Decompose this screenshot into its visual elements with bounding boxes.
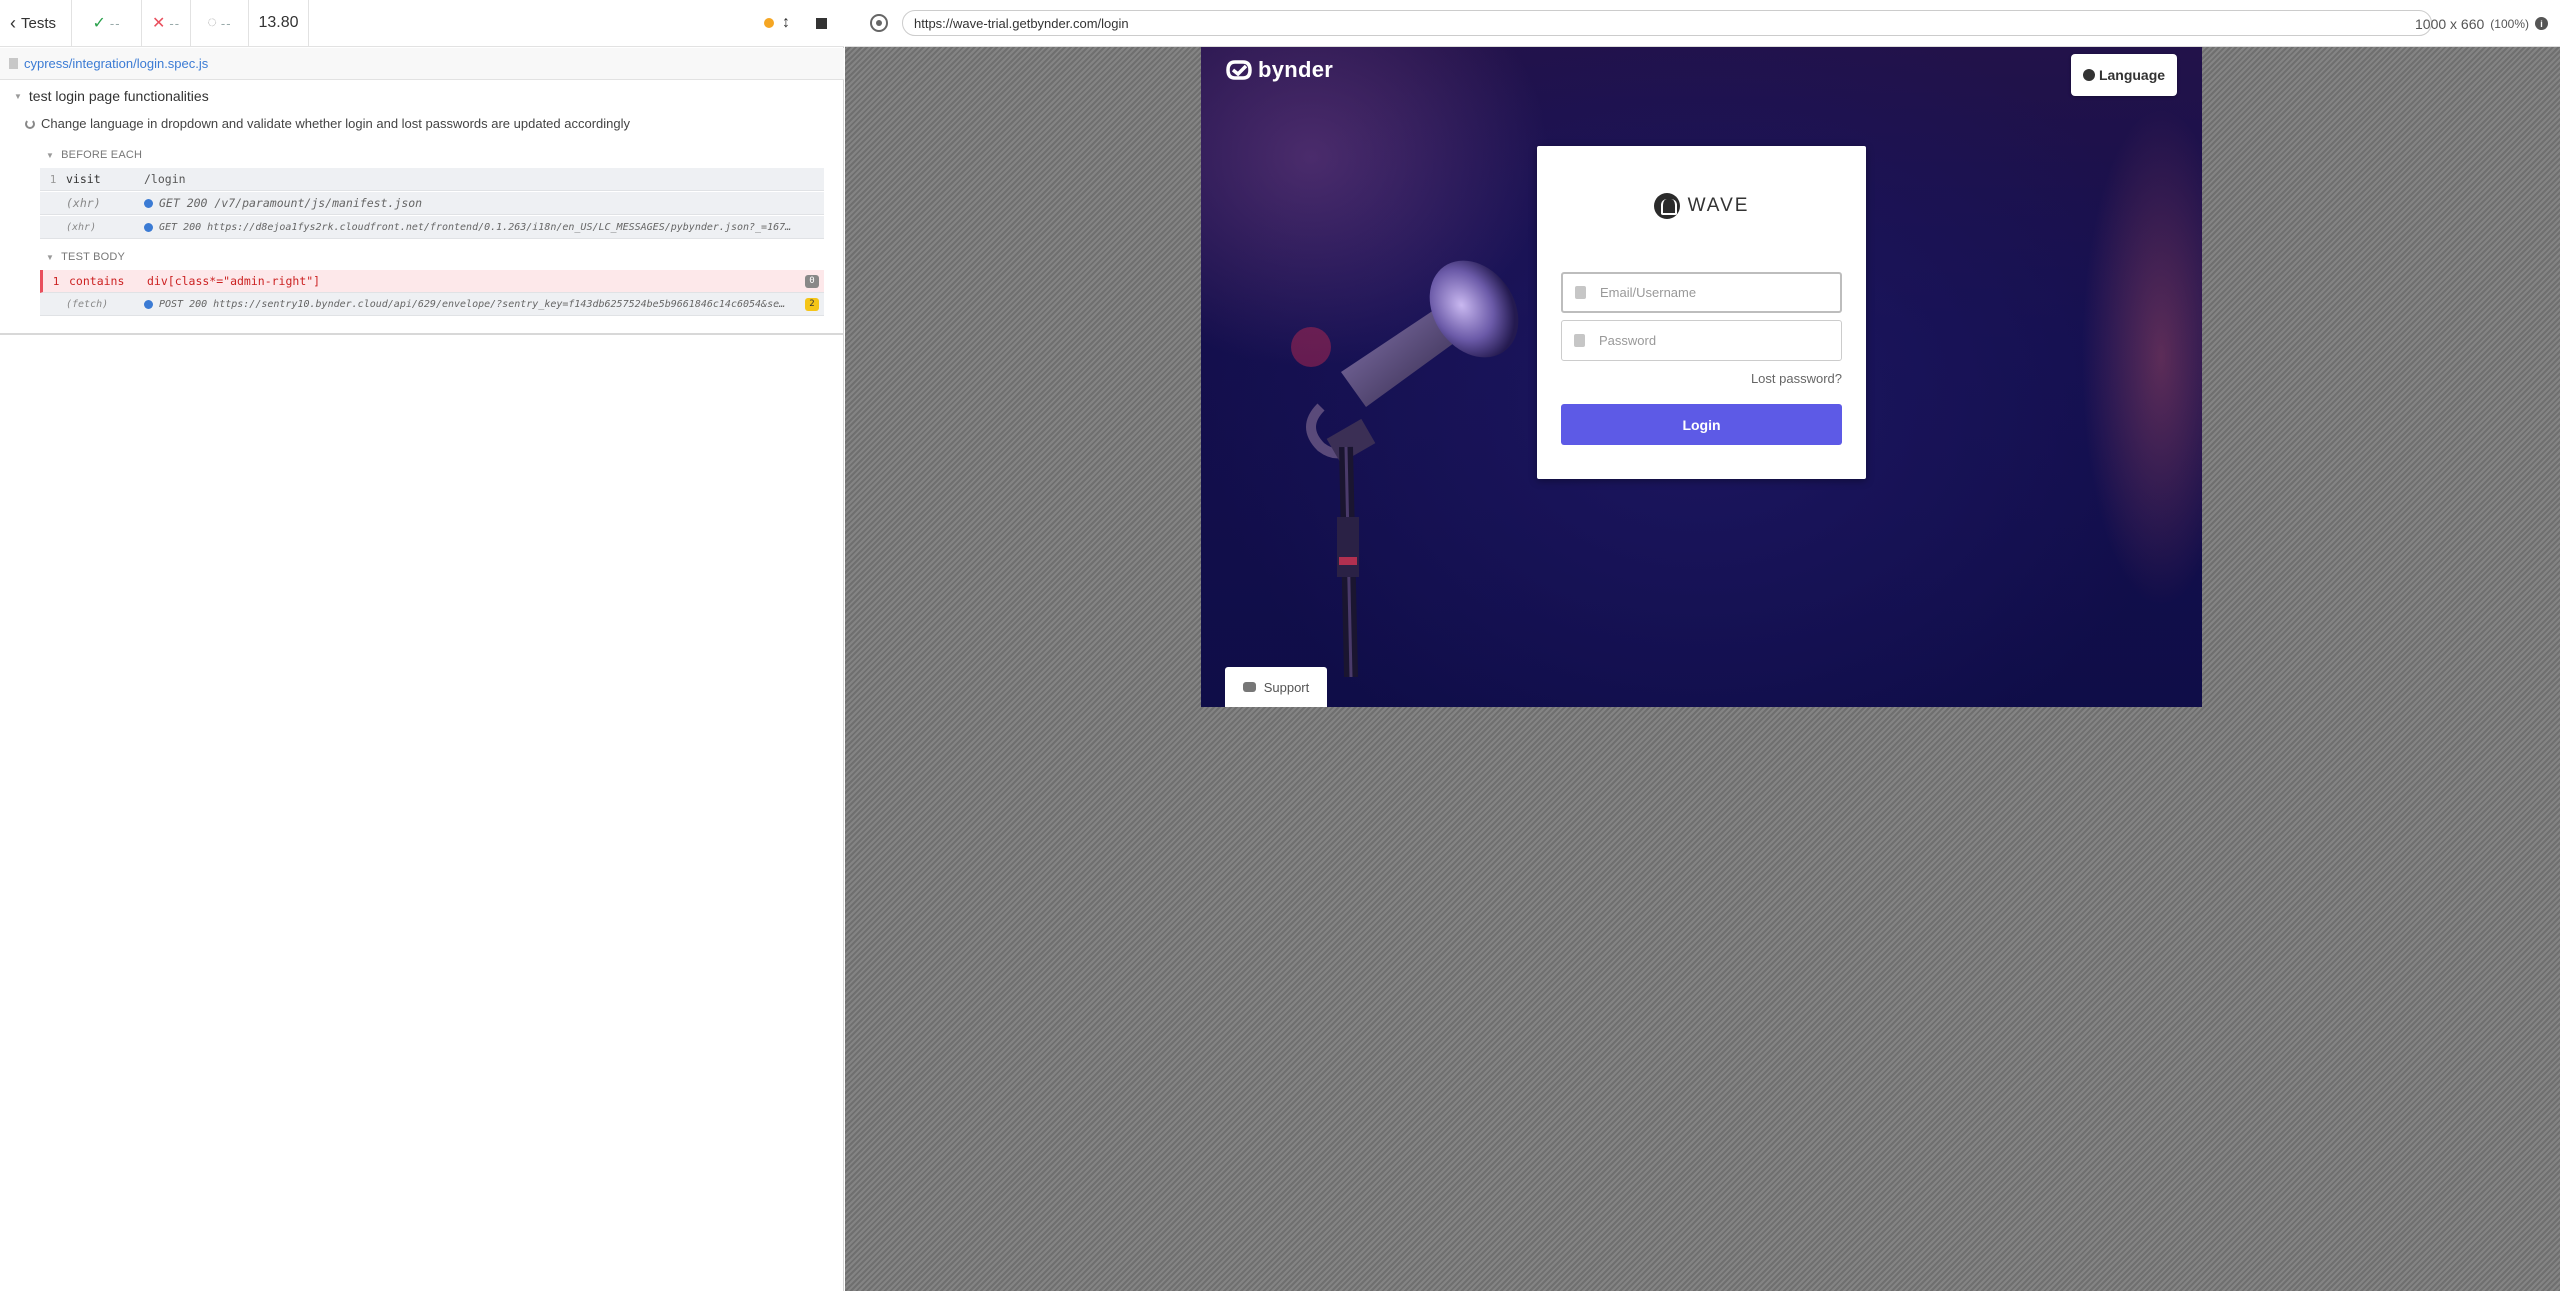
email-field[interactable]: Email/Username (1561, 272, 1842, 313)
email-placeholder: Email/Username (1600, 285, 1697, 300)
failed-value: -- (169, 15, 181, 31)
header-controls: ↕ (764, 0, 844, 46)
request-count-badge: 2 (805, 297, 819, 311)
selector-playground-icon[interactable] (870, 14, 888, 32)
test-body-hook[interactable]: ▼ TEST BODY (46, 251, 125, 263)
suite-title-text: test login page functionalities (28, 88, 209, 104)
spec-path-bar: cypress/integration/login.spec.js (0, 48, 844, 80)
info-icon[interactable]: i (2534, 17, 2548, 30)
command-row[interactable]: 1 visit /login (40, 168, 824, 191)
passed-value: -- (109, 15, 121, 31)
passed-count: ✓ -- (72, 0, 142, 46)
pending-count: ◌ -- (191, 0, 249, 46)
viewport-size: 1000 x 660 (2415, 15, 2485, 32)
running-spinner-icon (25, 118, 35, 129)
cypress-reporter: ‹ Tests ✓ -- ✕ -- ◌ -- 13.80 ↕ cypress/i… (0, 0, 844, 1291)
test-title-text: Change language in dropdown and validate… (41, 116, 631, 131)
file-icon (9, 58, 18, 69)
language-button[interactable]: Language (2071, 54, 2177, 96)
command-message: div[class*="admin-right"] (147, 274, 321, 288)
command-row[interactable]: (fetch) POST 200 https://sentry10.bynder… (40, 293, 824, 316)
viewport-zoom: (100%) (2490, 16, 2529, 31)
before-each-label: BEFORE EACH (61, 149, 143, 161)
collapse-triangle-icon: ▼ (46, 150, 55, 160)
reporter-header: ‹ Tests ✓ -- ✕ -- ◌ -- 13.80 ↕ (0, 0, 844, 47)
spec-path-link[interactable]: cypress/integration/login.spec.js (24, 56, 208, 71)
brand-name: bynder (1258, 57, 1334, 82)
chat-icon (1242, 682, 1256, 692)
chevron-left-icon: ‹ (10, 13, 16, 33)
request-status-dot-icon (144, 299, 153, 309)
globe-icon (2082, 69, 2095, 81)
test-body-label: TEST BODY (61, 251, 126, 263)
bynder-logo[interactable]: bynder (1225, 57, 1333, 83)
command-message: /login (144, 172, 186, 186)
element-count-badge: 0 (805, 274, 819, 288)
check-icon: ✓ (92, 15, 106, 32)
divider (0, 333, 844, 335)
command-message-text: GET 200 https://d8ejoa1fys2rk.cloudfront… (159, 221, 792, 233)
running-status-dot-icon (764, 18, 774, 28)
autoscroll-toggle-icon[interactable]: ↕ (782, 14, 790, 32)
command-row[interactable]: (xhr) GET 200 /v7/paramount/js/manifest.… (40, 192, 824, 215)
command-number: 1 (52, 274, 60, 288)
viewport-info: 1000 x 660 (100%) i (2415, 0, 2548, 47)
command-row-failed[interactable]: 1 contains div[class*="admin-right"] 0 (40, 270, 824, 293)
login-card: WAVE Email/Username Password Lost passwo… (1537, 146, 1866, 479)
user-icon (1575, 286, 1586, 299)
pending-value: -- (220, 15, 232, 31)
duration: 13.80 (249, 0, 309, 46)
command-name: (fetch) (66, 298, 109, 310)
failed-count: ✕ -- (142, 0, 191, 46)
collapse-triangle-icon: ▼ (14, 91, 22, 101)
tests-back-button[interactable]: ‹ Tests (0, 0, 72, 46)
command-name: (xhr) (66, 196, 101, 210)
command-name: contains (69, 274, 125, 288)
before-each-hook[interactable]: ▼ BEFORE EACH (46, 149, 142, 161)
suite-title[interactable]: ▼ test login page functionalities (14, 88, 209, 104)
login-button[interactable]: Login (1561, 404, 1842, 445)
wave-logo-icon (1653, 193, 1680, 219)
wave-logo: WAVE (1537, 193, 1866, 219)
command-row[interactable]: (xhr) GET 200 https://d8ejoa1fys2rk.clou… (40, 216, 824, 239)
app-frame: bynder Language WAVE Email/Username Pass… (1201, 47, 2202, 707)
command-number: 1 (49, 172, 57, 186)
bynder-logo-icon (1226, 60, 1252, 80)
command-message-text: POST 200 https://sentry10.bynder.cloud/a… (159, 298, 786, 310)
command-message: GET 200 /v7/paramount/js/manifest.json (144, 196, 824, 210)
tests-label: Tests (21, 14, 57, 32)
pending-circle-icon: ◌ (207, 14, 217, 31)
support-button[interactable]: Support (1225, 667, 1327, 707)
browser-url-bar: https://wave-trial.getbynder.com/login 1… (845, 0, 2560, 47)
language-label: Language (2098, 67, 2166, 83)
microphone-image (1306, 260, 1519, 677)
background-light (2081, 107, 2202, 607)
lock-icon (1574, 334, 1585, 347)
collapse-triangle-icon: ▼ (46, 252, 55, 262)
stop-button[interactable] (816, 17, 827, 29)
lost-password-link[interactable]: Lost password? (1751, 371, 1842, 386)
password-field[interactable]: Password (1561, 320, 1842, 361)
request-status-dot-icon (144, 222, 153, 232)
cross-icon: ✕ (151, 15, 166, 32)
support-label: Support (1263, 679, 1310, 695)
command-message-text: GET 200 /v7/paramount/js/manifest.json (159, 196, 423, 210)
password-placeholder: Password (1599, 333, 1657, 348)
url-display: https://wave-trial.getbynder.com/login (902, 10, 2432, 36)
command-name: (xhr) (66, 221, 97, 233)
request-status-dot-icon (144, 198, 153, 208)
product-name: WAVE (1687, 195, 1750, 216)
command-message: POST 200 https://sentry10.bynder.cloud/a… (144, 299, 805, 310)
command-message: GET 200 https://d8ejoa1fys2rk.cloudfront… (144, 222, 824, 233)
command-name: visit (66, 172, 101, 186)
test-title[interactable]: Change language in dropdown and validate… (25, 116, 630, 131)
